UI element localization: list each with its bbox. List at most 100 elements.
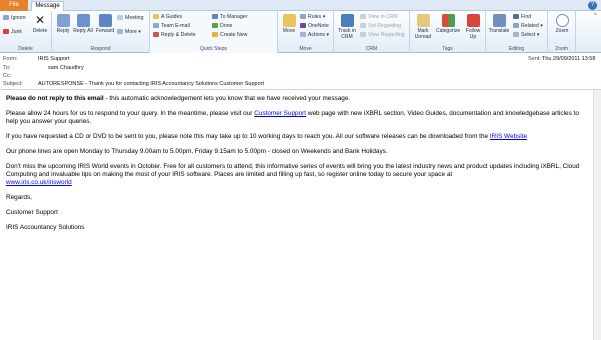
quick-step-to-manager[interactable]: To Manager	[212, 14, 247, 21]
group-respond: Reply Reply All Forward Meeting More ▾ R…	[52, 11, 150, 53]
actions-button[interactable]: Actions ▾	[300, 32, 329, 39]
move-button[interactable]: Move	[280, 14, 298, 34]
to-value[interactable]: sam Chaudhry	[48, 65, 84, 71]
forward-icon	[98, 14, 112, 27]
reply-all-icon	[76, 14, 90, 27]
body-paragraph-2: Please allow 24 hours for us to respond …	[6, 110, 579, 125]
group-label-tags: Tags	[442, 46, 453, 52]
quick-step-a-guides[interactable]: A Guides	[153, 14, 182, 21]
crm-icon	[340, 14, 354, 27]
checkmark-icon	[212, 23, 218, 28]
delete-button[interactable]: ✕ Delete	[30, 13, 50, 35]
group-move: Move Rules ▾ OneNote Actions ▾ Move	[278, 11, 334, 53]
related-button[interactable]: Related ▾	[513, 23, 543, 30]
meeting-icon	[117, 15, 123, 20]
signature-line-2: IRIS Accountancy Solutions	[6, 224, 85, 231]
flag-icon	[466, 14, 480, 27]
forward-button[interactable]: Forward	[94, 14, 116, 34]
find-button[interactable]: Find	[513, 14, 531, 21]
onenote-icon	[300, 23, 306, 28]
meeting-button[interactable]: Meeting	[117, 15, 143, 22]
tab-file[interactable]: File	[0, 0, 28, 11]
ribbon-tabs: File Message ?	[0, 0, 601, 11]
from-label: From:	[3, 56, 18, 62]
group-label-delete: Delete	[18, 46, 33, 52]
related-icon	[513, 23, 519, 28]
group-label-quick-steps: Quick Steps	[200, 46, 227, 52]
onenote-button[interactable]: OneNote	[300, 23, 329, 30]
select-button[interactable]: Select ▾	[513, 32, 539, 39]
iris-website-link[interactable]: IRIS Website	[490, 133, 527, 140]
group-label-respond: Respond	[90, 46, 111, 52]
group-label-move: Move	[299, 46, 312, 52]
delete-icon: ✕	[33, 13, 47, 27]
quick-step-team-email[interactable]: Team E-mail	[153, 23, 190, 30]
follow-up-button[interactable]: Follow Up	[462, 14, 484, 40]
ignore-button[interactable]: Ignore	[3, 15, 26, 22]
view-crm-icon	[360, 14, 366, 19]
group-label-zoom: Zoom	[555, 46, 568, 52]
junk-icon	[3, 29, 9, 34]
ribbon: Ignore Junk ✕ Delete Delete Reply Reply A…	[0, 11, 601, 53]
subject-label: Subject:	[3, 81, 23, 87]
quick-step-done[interactable]: Done	[212, 23, 232, 30]
ignore-icon	[3, 15, 9, 20]
quick-step-reply-delete[interactable]: Reply & Delete	[153, 32, 196, 39]
move-folder-icon	[282, 14, 296, 27]
regards-text: Regards,	[6, 194, 32, 201]
junk-button[interactable]: Junk	[3, 29, 22, 36]
body-paragraph-4: Our phone lines are open Monday to Thurs…	[6, 148, 388, 155]
group-editing: Translate Find Related ▾ Select ▾ Editin…	[486, 11, 548, 53]
group-label-crm: CRM	[365, 46, 378, 52]
track-in-crm-button[interactable]: Track in CRM	[336, 14, 358, 40]
group-zoom: Zoom Zoom	[548, 11, 576, 53]
lightning-icon	[212, 32, 218, 37]
reply-all-button[interactable]: Reply All	[73, 14, 93, 34]
group-crm: Track in CRM View in CRM Set Regarding V…	[334, 11, 410, 53]
mark-unread-button[interactable]: Mark Unread	[412, 14, 434, 40]
quick-step-create-new[interactable]: Create New	[212, 32, 247, 39]
envelope-icon	[416, 14, 430, 27]
set-regarding-icon	[360, 23, 366, 28]
vertical-scrollbar[interactable]	[593, 90, 601, 340]
message-body: Please do not reply to this email - this…	[6, 95, 592, 239]
signature-line-1: Customer Support	[6, 209, 58, 216]
more-button[interactable]: More ▾	[117, 29, 141, 36]
view-regarding-icon	[360, 32, 366, 37]
reply-delete-icon	[153, 32, 159, 37]
group-delete: Ignore Junk ✕ Delete Delete	[0, 11, 52, 53]
forward-manager-icon	[212, 14, 218, 19]
reply-icon	[56, 14, 70, 27]
set-regarding-button[interactable]: Set Regarding	[360, 23, 401, 30]
customer-support-link[interactable]: Customer Support	[254, 110, 306, 117]
group-label-editing: Editing	[508, 46, 525, 52]
more-icon	[117, 29, 123, 34]
translate-button[interactable]: Translate	[487, 14, 511, 34]
from-value[interactable]: IRIS Support	[38, 56, 70, 62]
group-tags: Mark Unread Categorize Follow Up Tags	[410, 11, 486, 53]
mail-icon	[153, 23, 159, 28]
rules-button[interactable]: Rules ▾	[300, 14, 325, 21]
message-header: From: IRIS Support To: sam Chaudhry Cc: …	[0, 53, 601, 90]
actions-icon	[300, 32, 306, 37]
rules-icon	[300, 14, 306, 19]
cc-label: Cc:	[3, 73, 12, 79]
view-regarding-button[interactable]: View Regarding	[360, 32, 405, 39]
tab-message[interactable]: Message	[31, 1, 64, 11]
help-icon[interactable]: ?	[588, 1, 597, 10]
reply-button[interactable]: Reply	[54, 14, 72, 34]
body-paragraph-3: If you have requested a CD or DVD to be …	[6, 133, 528, 140]
collapse-ribbon-icon[interactable]: ^	[594, 13, 597, 19]
binoculars-icon	[513, 14, 519, 19]
sent-label: Sent:	[528, 56, 541, 62]
view-in-crm-button[interactable]: View in CRM	[360, 14, 398, 21]
sent-value: Thu 29/09/2011 13:58	[542, 56, 596, 62]
folder-icon	[153, 14, 159, 19]
categorize-button[interactable]: Categorize	[436, 14, 460, 34]
zoom-button[interactable]: Zoom	[551, 14, 573, 34]
to-label: To:	[3, 65, 11, 71]
iris-world-link[interactable]: www.iris.co.uk/irisworld	[6, 179, 72, 186]
body-paragraph-1: Please do not reply to this email - this…	[6, 95, 351, 102]
body-paragraph-5: Don't miss the upcoming IRIS World event…	[6, 163, 580, 186]
group-quick-steps: A Guides Team E-mail Reply & Delete To M…	[150, 11, 278, 53]
